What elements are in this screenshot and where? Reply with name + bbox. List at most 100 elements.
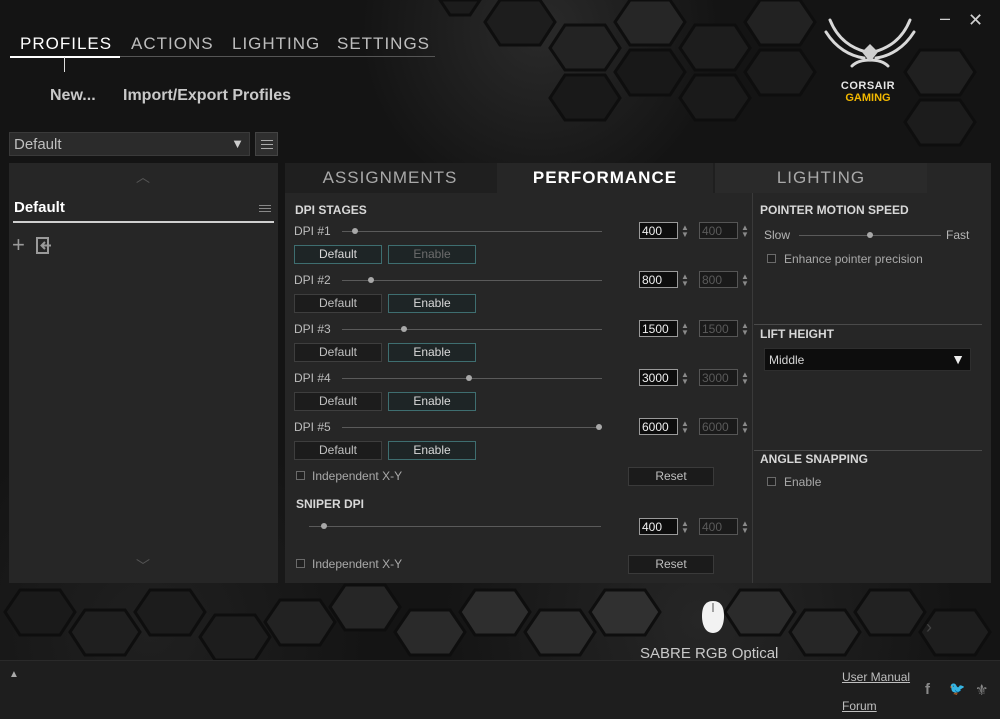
dpi-stage-enable-button[interactable]: Enable [388,343,476,362]
footer: ▲ User Manual Forum f 🐦 ⚜ [0,660,1000,719]
profile-item[interactable]: Default [13,199,274,223]
dpi-stage-y-spinner-icon: ▲ ▼ [741,272,749,288]
import-profile-icon[interactable] [36,237,52,254]
lift-height-dropdown[interactable]: Middle ▼ [764,348,971,371]
dpi-stage-slider[interactable] [342,280,602,281]
dpi-stage-enable-button[interactable]: Enable [388,245,476,264]
forum-link[interactable]: Forum [842,699,877,713]
dpi-stage-input[interactable]: 400 [639,222,678,239]
dpi-stage-y-spinner-icon: ▲ ▼ [741,223,749,239]
dpi-stage-label: DPI #1 [294,224,331,238]
sniper-dpi-slider[interactable] [309,526,601,527]
dpi-stage-input[interactable]: 6000 [639,418,678,435]
dpi-stage-input[interactable]: 800 [639,271,678,288]
scroll-down-chevron-icon[interactable]: ﹀ [136,556,150,576]
close-button[interactable]: ✕ [968,10,983,31]
scroll-up-chevron-icon[interactable]: ︿ [136,167,150,187]
sniper-dpi-spinner-icon[interactable]: ▲ ▼ [681,520,689,535]
add-profile-icon[interactable]: + [12,234,25,256]
tab-actions[interactable]: ACTIONS [131,34,214,54]
expand-up-arrow-icon[interactable]: ▲ [9,669,19,680]
angle-snapping-enable-label: Enable [784,475,822,489]
user-manual-link[interactable]: User Manual [842,670,910,684]
subtab-performance[interactable]: PERFORMANCE [497,163,713,193]
tab-settings[interactable]: SETTINGS [337,34,430,54]
dpi-stage-default-button[interactable]: Default [294,294,382,313]
sniper-reset-button[interactable]: Reset [628,555,714,574]
sniper-dpi-title: SNIPER DPI [296,497,365,511]
dpi-stage-slider-thumb[interactable] [466,375,473,381]
subtab-lighting[interactable]: LIGHTING [715,163,927,193]
angle-snapping-checkbox[interactable] [767,477,776,486]
enhance-pointer-precision-label: Enhance pointer precision [784,252,923,266]
pointer-speed-slow-label: Slow [764,228,791,242]
main-nav: PROFILES ACTIONS LIGHTING SETTINGS [10,30,435,58]
lift-height-title: LIFT HEIGHT [760,327,834,341]
pointer-speed-slider-thumb[interactable] [867,232,873,238]
profile-list-panel: ︿ Default + ﹀ [9,163,278,583]
sniper-independent-xy-checkbox[interactable] [296,559,305,568]
sniper-dpi-slider-thumb[interactable] [320,523,327,529]
dpi-stage-y-input: 400 [699,222,738,239]
corsair-community-icon[interactable]: ⚜ [975,681,988,699]
dpi-stage-default-button[interactable]: Default [294,343,382,362]
dpi-stage-slider[interactable] [342,427,602,428]
dpi-stage-enable-button[interactable]: Enable [388,294,476,313]
dpi-stage-spinner-icon[interactable]: ▲ ▼ [681,224,689,239]
performance-content-panel: ASSIGNMENTS PERFORMANCE LIGHTING DPI STA… [285,163,991,583]
dpi-stage-slider-thumb[interactable] [596,424,603,430]
dpi-stage-slider-thumb[interactable] [367,277,374,283]
dpi-stage-y-spinner-icon: ▲ ▼ [741,370,749,386]
dpi-stage-enable-button[interactable]: Enable [388,441,476,460]
dpi-stage-slider[interactable] [342,378,602,379]
hamburger-icon [261,140,273,141]
facebook-icon[interactable]: f [925,681,930,698]
profile-dropdown-value: Default [14,136,62,153]
profile-item-menu-icon[interactable] [259,205,271,206]
next-device-arrow-icon[interactable]: › [926,617,932,638]
corsair-sails-icon [824,18,916,68]
active-tab-indicator [10,56,120,58]
import-export-profiles-button[interactable]: Import/Export Profiles [123,87,291,105]
section-divider [754,324,982,325]
dpi-stage-spinner-icon[interactable]: ▲ ▼ [681,322,689,337]
profile-menu-button[interactable] [255,132,278,156]
dpi-stage-enable-button[interactable]: Enable [388,392,476,411]
dpi-stage-slider-thumb[interactable] [401,326,408,332]
dpi-panel: DPI STAGES DPI #1 400 ▲ ▼ 400 ▲ ▼ Default Enable… [285,193,753,583]
dpi-stage-default-button[interactable]: Default [294,392,382,411]
dpi-stage-spinner-icon[interactable]: ▲ ▼ [681,420,689,435]
dpi-independent-xy-checkbox[interactable] [296,471,305,480]
dpi-stage-slider[interactable] [342,329,602,330]
dpi-stage-default-button[interactable]: Default [294,441,382,460]
profile-dropdown[interactable]: Default ▼ [9,132,250,156]
pointer-settings-panel: POINTER MOTION SPEED Slow Fast Enhance p… [754,193,991,583]
logo-text-gaming: GAMING [845,92,891,104]
tab-lighting[interactable]: LIGHTING [232,34,320,54]
dpi-stage-slider-thumb[interactable] [352,228,358,234]
minimize-button[interactable]: – [940,8,950,29]
tab-profiles[interactable]: PROFILES [20,34,112,54]
dpi-stage-default-button[interactable]: Default [294,245,382,264]
mouse-device-icon[interactable] [700,600,726,634]
dpi-reset-button[interactable]: Reset [628,467,714,486]
logo-text-corsair: CORSAIR [840,80,896,92]
dpi-stage-spinner-icon[interactable]: ▲ ▼ [681,273,689,288]
enhance-pointer-precision-checkbox[interactable] [767,254,776,263]
dpi-stage-y-spinner-icon: ▲ ▼ [741,321,749,337]
dpi-stage-slider[interactable] [342,231,602,232]
chevron-down-icon: ▼ [231,136,244,151]
subtab-assignments[interactable]: ASSIGNMENTS [285,163,495,193]
dpi-stage-spinner-icon[interactable]: ▲ ▼ [681,371,689,386]
dpi-stages-title: DPI STAGES [295,203,367,217]
new-profile-button[interactable]: New... [50,87,96,105]
dpi-stage-y-input: 6000 [699,418,738,435]
dpi-stage-input[interactable]: 3000 [639,369,678,386]
dpi-stage-input[interactable]: 1500 [639,320,678,337]
dpi-stage-label: DPI #3 [294,322,331,336]
nav-pointer-line [64,57,65,72]
sniper-dpi-y-input: 400 [699,518,738,535]
twitter-icon[interactable]: 🐦 [949,681,965,697]
lift-height-value: Middle [769,353,805,367]
sniper-dpi-input[interactable]: 400 [639,518,678,535]
